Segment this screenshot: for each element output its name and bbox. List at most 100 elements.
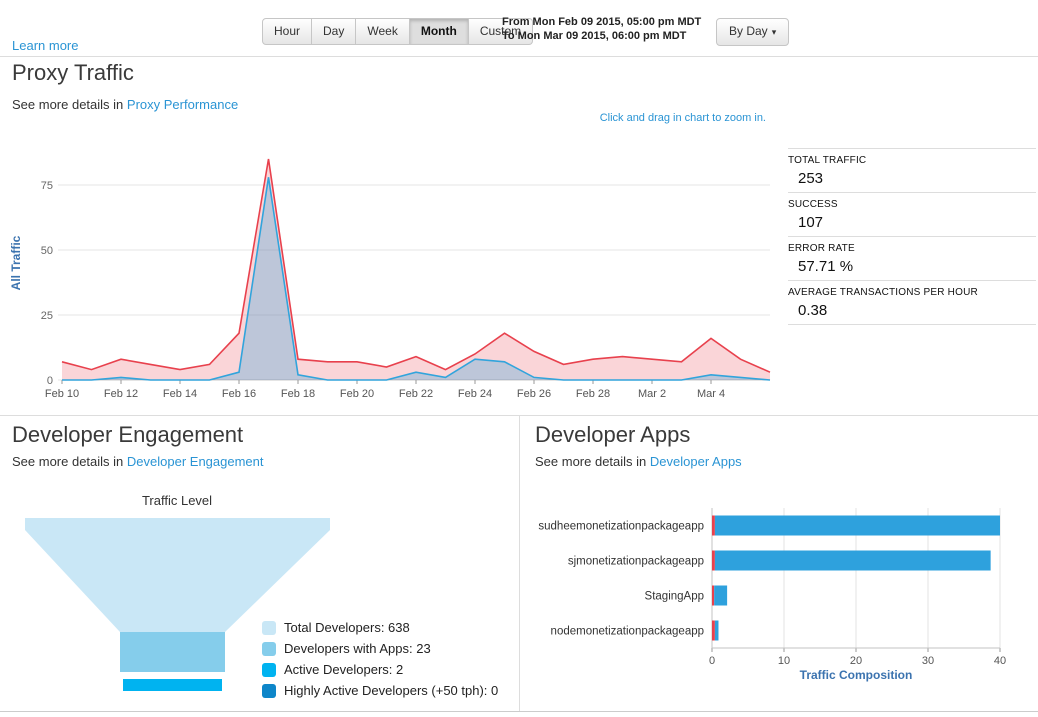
- analytics-dashboard: Learn more Hour Day Week Month Custom From M…: [0, 0, 1038, 717]
- bar-segment-success: [714, 550, 991, 571]
- y-axis-label: All Traffic: [9, 235, 23, 290]
- group-by-dropdown[interactable]: By Day ▾: [716, 18, 790, 46]
- vertical-divider: [519, 416, 520, 711]
- bar-segment-success: [714, 515, 1000, 536]
- proxy-traffic-chart[interactable]: 0 25 50 75 Feb 10 Feb 12 Feb 14 Feb 16 Feb 18 Feb…: [6, 130, 778, 408]
- stat-avg-tph: AVERAGE TRANSACTIONS PER HOUR 0.38: [788, 281, 1036, 325]
- bottom-border: [0, 711, 1038, 712]
- bar-category-label: StagingApp: [645, 591, 704, 603]
- legend-item-total-developers: Total Developers: 638: [262, 620, 498, 635]
- proxy-performance-link[interactable]: Proxy Performance: [127, 97, 238, 112]
- x-tick-label: 30: [922, 655, 934, 667]
- bar-segment-error: [712, 550, 715, 571]
- x-tick-label: Feb 22: [399, 388, 433, 400]
- funnel-segment-total-developers: [25, 518, 330, 632]
- apps-subtitle-text: See more details in: [535, 454, 650, 469]
- x-tick-label: 20: [850, 655, 862, 667]
- funnel-segment-developers-with-apps: [120, 632, 225, 672]
- x-tick-label: 40: [994, 655, 1006, 667]
- legend-item-developers-with-apps: Developers with Apps: 23: [262, 641, 498, 656]
- x-tick-label: 10: [778, 655, 790, 667]
- x-tick-label: Mar 2: [638, 388, 666, 400]
- range-button-day[interactable]: Day: [312, 18, 357, 45]
- x-axis-label: Traffic Composition: [800, 668, 913, 682]
- y-tick-label: 0: [47, 375, 53, 387]
- stat-success: SUCCESS 107: [788, 193, 1036, 237]
- date-to: To Mon Mar 09 2015, 06:00 pm MDT: [502, 30, 687, 42]
- funnel-title: Traffic Level: [141, 493, 213, 508]
- x-tick-label: Feb 20: [340, 388, 374, 400]
- legend-swatch: [262, 620, 276, 635]
- bar-category-label: sudheemonetizationpackageapp: [538, 521, 704, 533]
- stat-label: SUCCESS: [788, 199, 838, 210]
- legend-label: Developers with Apps: 23: [284, 641, 431, 656]
- legend-label: Total Developers: 638: [284, 620, 410, 635]
- bar-category-label: nodemonetizationpackageapp: [551, 626, 704, 638]
- engagement-subtitle: See more details in Developer Engagement: [12, 454, 264, 469]
- funnel-segment-active-developers: [123, 679, 222, 691]
- legend-item-highly-active-developers: Highly Active Developers (+50 tph): 0: [262, 683, 498, 698]
- engagement-subtitle-text: See more details in: [12, 454, 127, 469]
- x-tick-label: Feb 18: [281, 388, 315, 400]
- group-by-label: By Day: [729, 24, 768, 38]
- x-tick-label: Feb 12: [104, 388, 138, 400]
- bar-category-label: sjmonetizationpackageapp: [568, 556, 704, 568]
- stat-total-traffic: TOTAL TRAFFIC 253: [788, 148, 1036, 193]
- developer-engagement-title: Developer Engagement: [12, 422, 244, 447]
- series-line-success: [62, 177, 771, 381]
- x-tick-label: Feb 24: [458, 388, 492, 400]
- series-line-all-traffic: [61, 158, 771, 373]
- stat-value: 107: [798, 214, 824, 231]
- legend-label: Highly Active Developers (+50 tph): 0: [284, 683, 499, 698]
- x-tick-label: Feb 26: [517, 388, 551, 400]
- developer-apps-chart: 0 10 20 30 40 sudheemonetizationpackageapp sjm…: [538, 508, 1006, 682]
- bar-segment-error: [712, 620, 715, 641]
- learn-more-link[interactable]: Learn more: [12, 38, 78, 53]
- engagement-legend: Total Developers: 638 Developers with Ap…: [262, 620, 498, 704]
- stat-label: ERROR RATE: [788, 243, 855, 254]
- proxy-traffic-title: Proxy Traffic: [12, 60, 134, 85]
- developer-apps-title: Developer Apps: [535, 422, 691, 447]
- caret-down-icon: ▾: [771, 27, 777, 37]
- range-button-month[interactable]: Month: [409, 18, 469, 45]
- stat-value: 57.71 %: [798, 258, 854, 275]
- zoom-hint: Click and drag in chart to zoom in.: [599, 112, 766, 124]
- bar-segment-success: [714, 585, 728, 606]
- stat-label: TOTAL TRAFFIC: [788, 155, 867, 166]
- x-tick-label: Feb 14: [163, 388, 197, 400]
- stat-value: 253: [798, 170, 824, 187]
- range-button-week[interactable]: Week: [356, 18, 410, 45]
- topbar: Learn more Hour Day Week Month Custom From M…: [0, 0, 1038, 57]
- y-tick-label: 75: [41, 180, 53, 192]
- bar-segment-success: [714, 620, 719, 641]
- stat-value: 0.38: [798, 302, 828, 319]
- bar-segment-error: [712, 515, 715, 536]
- bar-segment-error: [712, 585, 715, 606]
- date-range: From Mon Feb 09 2015, 05:00 pm MDT To Mo…: [502, 15, 701, 43]
- legend-swatch: [262, 641, 276, 656]
- date-from: From Mon Feb 09 2015, 05:00 pm MDT: [502, 16, 702, 28]
- y-tick-label: 25: [41, 310, 53, 322]
- x-tick-label: Mar 4: [697, 388, 725, 400]
- proxy-subtitle: See more details in Proxy Performance: [12, 97, 238, 112]
- legend-item-active-developers: Active Developers: 2: [262, 662, 498, 677]
- proxy-subtitle-text: See more details in: [12, 97, 127, 112]
- range-button-hour[interactable]: Hour: [262, 18, 313, 45]
- developer-engagement-link[interactable]: Developer Engagement: [127, 454, 264, 469]
- x-tick-label: Feb 28: [576, 388, 610, 400]
- apps-subtitle: See more details in Developer Apps: [535, 454, 742, 469]
- x-tick-label: 0: [709, 655, 715, 667]
- range-button-group: Hour Day Week Month Custom: [262, 18, 534, 45]
- legend-swatch: [262, 683, 276, 698]
- x-tick-label: Feb 16: [222, 388, 256, 400]
- legend-label: Active Developers: 2: [284, 662, 404, 677]
- x-tick-label: Feb 10: [45, 388, 79, 400]
- series-area: [62, 177, 770, 380]
- developer-apps-link[interactable]: Developer Apps: [650, 454, 742, 469]
- proxy-stats-panel: TOTAL TRAFFIC 253 SUCCESS 107 ERROR RATE…: [788, 148, 1036, 325]
- stat-label: AVERAGE TRANSACTIONS PER HOUR: [788, 287, 978, 298]
- y-tick-label: 50: [41, 245, 53, 257]
- series-area: [62, 159, 770, 380]
- legend-swatch: [262, 662, 276, 677]
- stat-error-rate: ERROR RATE 57.71 %: [788, 237, 1036, 281]
